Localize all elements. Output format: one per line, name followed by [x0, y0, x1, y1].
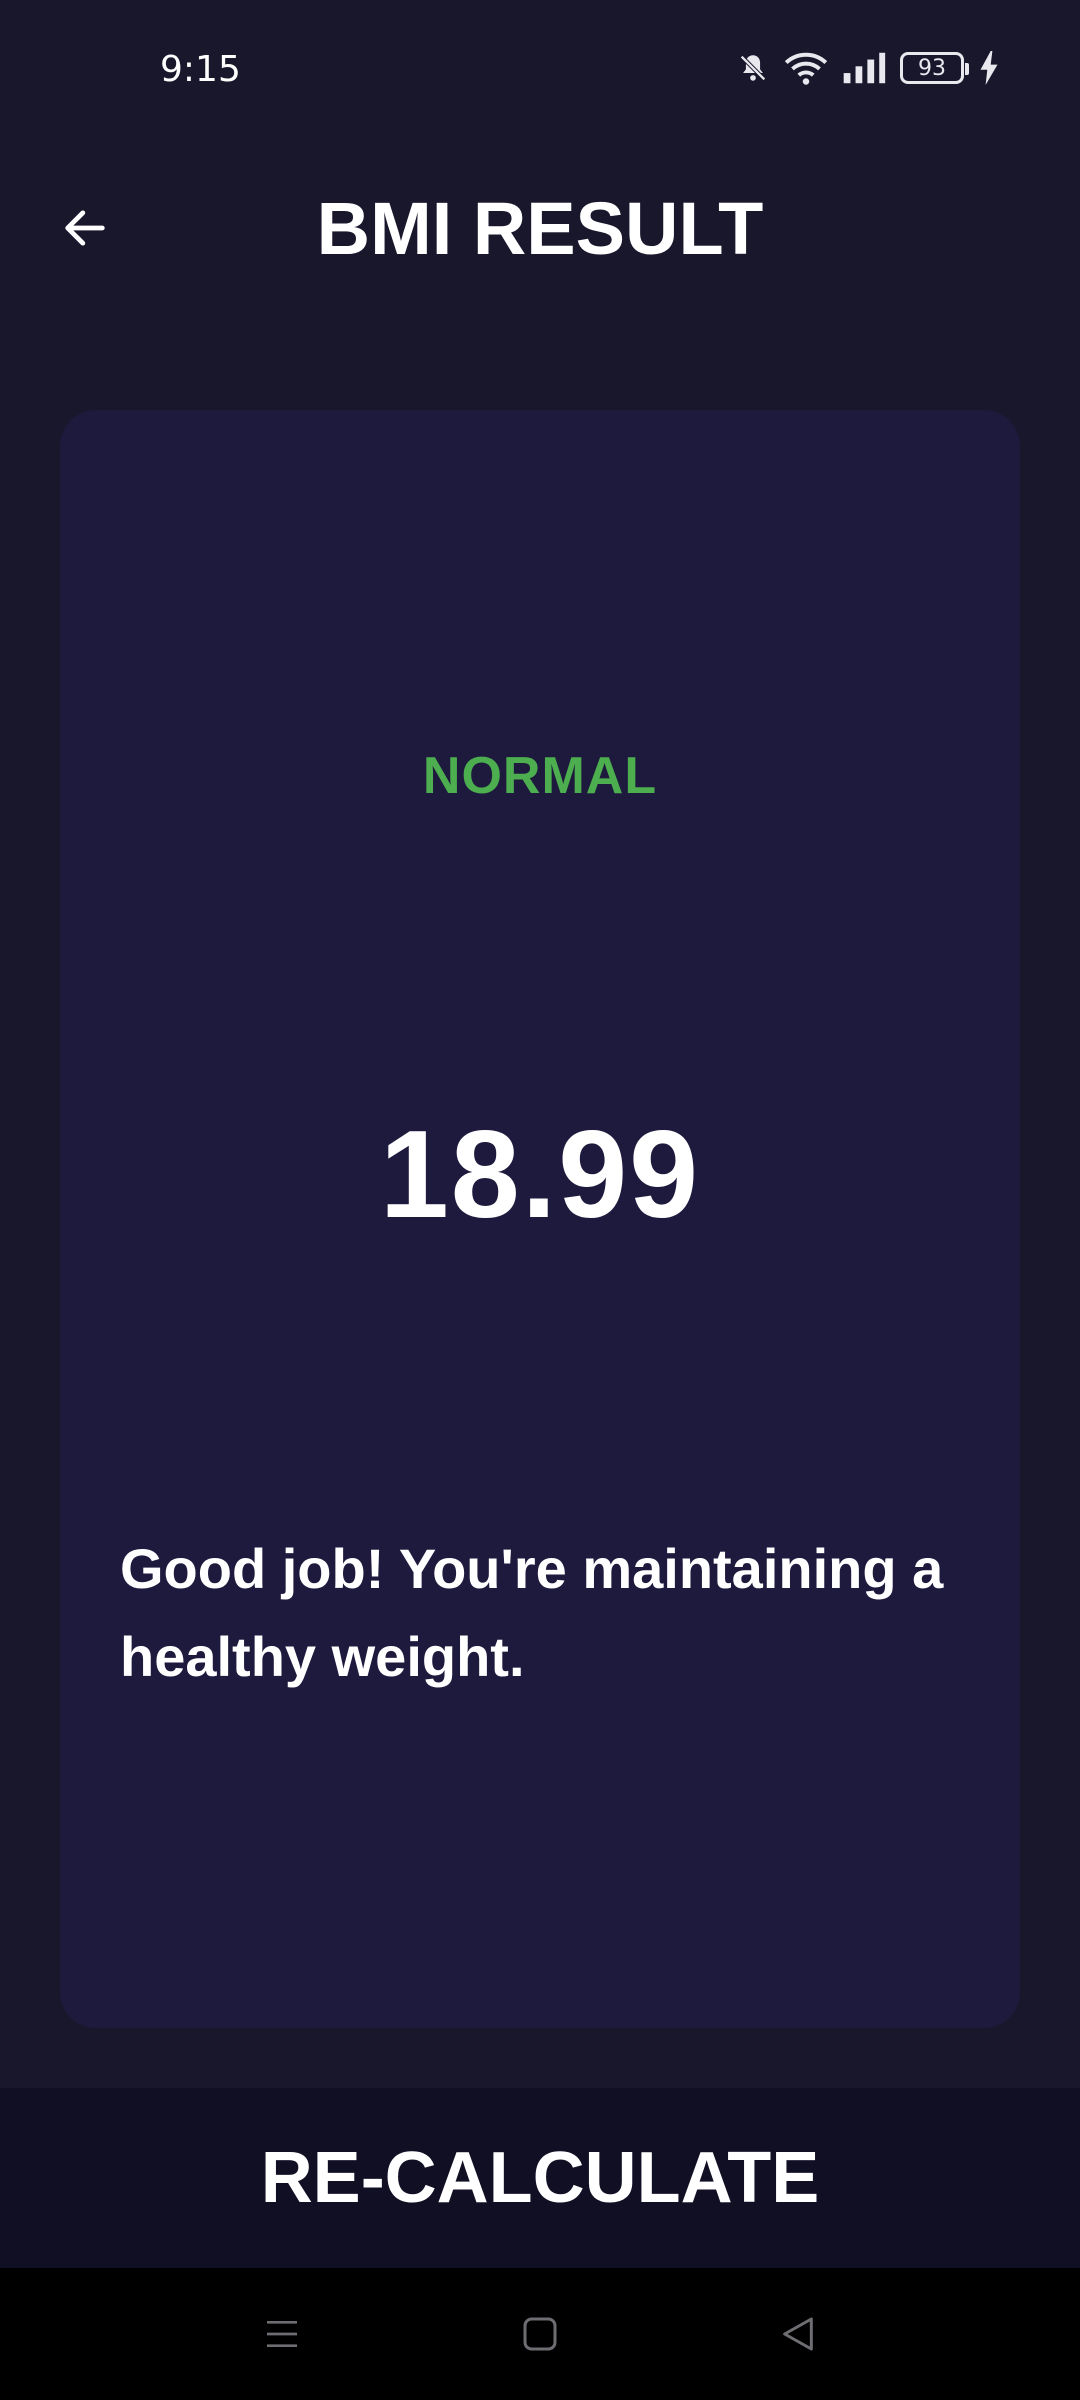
- status-time: 9:15: [160, 49, 241, 90]
- app-bar: BMI RESULT: [0, 170, 1080, 290]
- wifi-icon: [784, 50, 828, 86]
- back-triangle-icon[interactable]: [768, 2304, 828, 2364]
- home-icon[interactable]: [510, 2304, 570, 2364]
- status-bar: 9:15 93: [0, 0, 1080, 140]
- signal-icon: [842, 51, 886, 85]
- battery-icon: 93: [900, 52, 969, 84]
- bmi-interpretation: Good job! You're maintaining a healthy w…: [120, 1537, 944, 1688]
- recalculate-button[interactable]: RE-CALCULATE: [0, 2088, 1080, 2268]
- charging-bolt-icon: [978, 51, 1000, 85]
- bell-off-icon: [736, 51, 770, 85]
- page-title: BMI RESULT: [316, 187, 764, 270]
- bmi-category-label: NORMAL: [422, 747, 658, 805]
- result-card: NORMAL 18.99 Good job! You're maintainin…: [60, 410, 1020, 2028]
- bmi-value: 18.99: [379, 1106, 701, 1244]
- system-nav-bar: [0, 2268, 1080, 2400]
- menu-icon[interactable]: [252, 2304, 312, 2364]
- bmi-result-screen: 9:15 93 BMI RESULT NORMAL 18.99 Good job…: [0, 0, 1080, 2400]
- recalculate-label: RE-CALCULATE: [260, 2138, 820, 2218]
- status-icons: 93: [736, 50, 1000, 86]
